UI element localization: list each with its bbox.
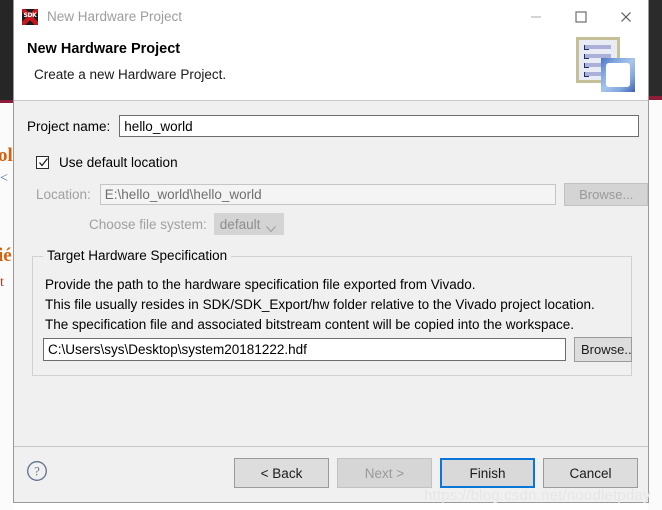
location-row: Location: Browse... (14, 183, 648, 206)
title-bar: SDK New Hardware Project (14, 0, 648, 33)
use-default-location-checkbox[interactable] (36, 156, 49, 169)
page-subtitle: Create a new Hardware Project. (34, 67, 227, 82)
maximize-icon (574, 10, 588, 24)
wizard-header: New Hardware Project Create a new Hardwa… (14, 33, 648, 101)
backdrop-text-fragment: < (0, 171, 8, 186)
group-description-line: Provide the path to the hardware specifi… (45, 277, 476, 292)
next-button: Next > (337, 458, 432, 488)
hdf-path-row: Browse.. (43, 337, 632, 362)
back-button[interactable]: < Back (234, 458, 329, 488)
project-name-label: Project name: (27, 118, 111, 134)
list-row (585, 45, 611, 49)
file-system-select[interactable]: default (213, 213, 284, 238)
sdk-app-icon: SDK (22, 8, 38, 25)
window-controls (513, 0, 648, 33)
sdk-icon-label: SDK (23, 11, 37, 19)
finish-button[interactable]: Finish (440, 458, 535, 488)
minimize-button[interactable] (513, 0, 558, 33)
project-name-input[interactable] (119, 115, 640, 137)
dialog-body: Project name: Use default location Locat… (14, 101, 648, 449)
backdrop-text-fragment: ié (0, 245, 12, 266)
minimize-icon (529, 10, 543, 24)
close-button[interactable] (603, 0, 648, 33)
close-icon (619, 10, 633, 24)
maximize-button[interactable] (558, 0, 603, 33)
file-system-row: Choose file system: default (14, 213, 284, 235)
hdf-path-input[interactable] (43, 338, 566, 361)
help-question-icon: ? (26, 461, 48, 486)
wizard-button-row: < Back Next > Finish Cancel (226, 458, 638, 488)
page-title: New Hardware Project (27, 41, 181, 57)
file-system-selected-value: default (219, 216, 261, 232)
backdrop-dark-strip-left (0, 0, 14, 100)
hdf-browse-button[interactable]: Browse.. (574, 337, 632, 362)
chevron-down-icon (265, 220, 276, 238)
use-default-location-row[interactable]: Use default location (36, 155, 178, 170)
hardware-project-wizard-icon (572, 33, 636, 95)
new-hardware-project-dialog: SDK New Hardware Project New Hardware Pr… (13, 0, 649, 503)
backdrop-page-right (648, 100, 662, 510)
backdrop-text-fragment: t (0, 275, 4, 290)
project-name-row: Project name: (14, 115, 648, 137)
location-input[interactable] (99, 184, 557, 205)
group-description-line: The specification file and associated bi… (45, 317, 575, 332)
file-system-label: Choose file system: (89, 216, 207, 232)
backdrop-text-fragment: ol (0, 145, 13, 166)
blue-square-badge-center (606, 63, 630, 87)
blue-square-badge-icon (601, 58, 635, 92)
location-label: Location: (36, 187, 91, 202)
group-description-line: This file usually resides in SDK/SDK_Exp… (45, 297, 595, 312)
location-browse-button[interactable]: Browse... (564, 183, 648, 206)
target-hardware-specification-group: Target Hardware Specification Provide th… (32, 248, 632, 376)
backdrop-page-left: ol < ié t (0, 103, 14, 510)
dialog-footer: ? < Back Next > Finish Cancel (14, 446, 648, 502)
group-legend: Target Hardware Specification (43, 248, 232, 263)
use-default-location-label: Use default location (59, 155, 178, 170)
svg-text:?: ? (34, 465, 40, 479)
window-title: New Hardware Project (47, 9, 183, 24)
help-button[interactable]: ? (26, 460, 48, 482)
cancel-button[interactable]: Cancel (543, 458, 638, 488)
backdrop-dark-strip-right (648, 0, 662, 96)
